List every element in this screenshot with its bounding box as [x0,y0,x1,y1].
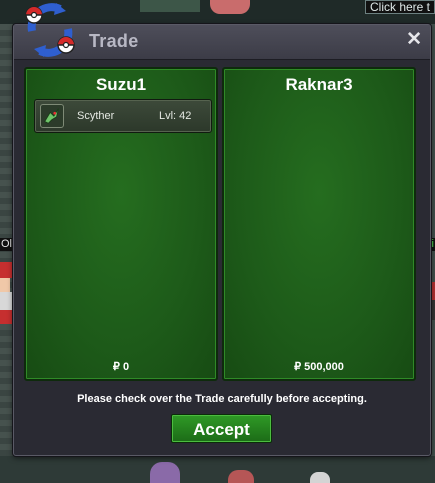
trade-notice: Please check over the Trade carefully be… [77,393,367,405]
background-name-label: Ol [0,238,13,251]
window-title: Trade [89,31,139,51]
background-player-sprite [0,262,14,324]
trade-window: Trade ✕ Suzu1 Scyther Lvl: 42 ₽ 0 Raknar… [13,24,431,456]
background-character-sprite [228,470,254,483]
right-trade-panel: Raknar3 ₽ 500,000 [222,67,416,381]
right-money-offer: ₽ 500,000 [294,361,344,373]
trade-item-slot[interactable]: Scyther Lvl: 42 [34,99,212,133]
accept-button[interactable]: Accept [171,414,272,443]
background-character-sprite [210,0,250,14]
scyther-icon [40,104,64,128]
background-character-sprite [310,472,330,483]
background-bottom-strip [0,456,435,483]
background-name-label: i [430,238,435,251]
background-tile [140,0,200,12]
background-character-sprite [150,462,180,483]
right-player-name: Raknar3 [285,75,353,94]
left-money-offer: ₽ 0 [112,361,130,373]
left-trade-panel: Suzu1 Scyther Lvl: 42 ₽ 0 [24,67,218,381]
pokeball-swap-icon [25,3,75,57]
close-icon[interactable]: ✕ [406,29,422,51]
click-here-hint[interactable]: Click here t [365,0,435,14]
item-level: Lvl: 42 [159,110,192,122]
item-name: Scyther [77,110,115,122]
left-player-name: Suzu1 [95,75,147,94]
